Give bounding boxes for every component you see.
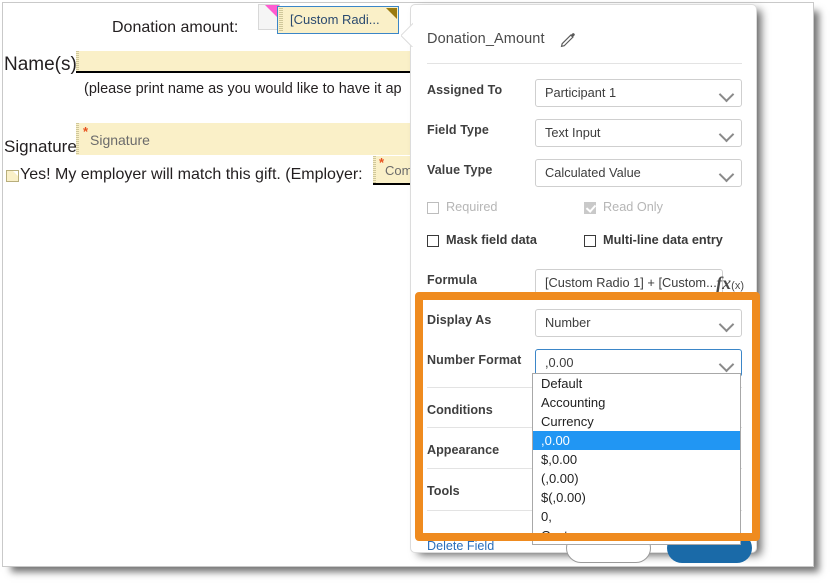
row-mask-multiline: Mask field data Multi-line data entry bbox=[427, 232, 747, 252]
chevron-down-icon bbox=[718, 126, 735, 143]
read-only-checkbox bbox=[584, 202, 596, 214]
display-as-label: Display As bbox=[427, 313, 492, 327]
employer-match-text: Yes! My employer will match this gift. (… bbox=[20, 166, 363, 183]
required-star-icon: * bbox=[379, 155, 385, 170]
fx-subscript: (x) bbox=[731, 280, 744, 292]
panel-callout-pointer-icon bbox=[401, 21, 413, 47]
pencil-icon[interactable] bbox=[559, 30, 577, 48]
required-label: Required bbox=[446, 200, 498, 214]
row-value-type: Value Type Calculated Value bbox=[427, 159, 742, 187]
dropdown-option-selected[interactable]: ,0.00 bbox=[533, 431, 740, 450]
row-number-format: Number Format ,0.00 bbox=[427, 349, 742, 377]
dropdown-option[interactable]: Currency bbox=[533, 412, 740, 431]
chevron-down-icon bbox=[718, 316, 735, 333]
multi-line-label[interactable]: Multi-line data entry bbox=[603, 233, 723, 247]
fx-icon[interactable]: fx(x) bbox=[716, 273, 744, 294]
screenshot-root: Donation amount: [Custom Radi... Name(s)… bbox=[0, 0, 830, 583]
value-type-label: Value Type bbox=[427, 163, 493, 177]
panel-title: Donation_Amount bbox=[427, 31, 545, 47]
field-type-value: Text Input bbox=[545, 125, 601, 140]
checkbox-fold-icon bbox=[13, 171, 18, 176]
assigned-to-select[interactable]: Participant 1 bbox=[535, 79, 742, 107]
mask-field-data-checkbox[interactable] bbox=[427, 235, 439, 247]
field-type-label: Field Type bbox=[427, 123, 489, 137]
required-checkbox bbox=[427, 202, 439, 214]
multi-line-checkbox[interactable] bbox=[584, 235, 596, 247]
delete-field-link[interactable]: Delete Field bbox=[427, 539, 494, 553]
dropdown-option[interactable]: $(,0.00) bbox=[533, 488, 740, 507]
field-tick-strip bbox=[76, 51, 79, 73]
row-field-type: Field Type Text Input bbox=[427, 119, 742, 147]
section-tools[interactable]: Tools bbox=[427, 484, 460, 498]
row-formula: Formula [Custom Radio 1] + [Custom... bbox=[427, 269, 742, 297]
print-name-note: (please print name as you would like to … bbox=[84, 81, 402, 97]
display-as-value: Number bbox=[545, 315, 591, 330]
field-corner-triangle-icon bbox=[386, 8, 397, 19]
value-type-select[interactable]: Calculated Value bbox=[535, 159, 742, 187]
field-type-select[interactable]: Text Input bbox=[535, 119, 742, 147]
title-divider bbox=[427, 63, 742, 64]
pdf-field-company-label: Com bbox=[385, 163, 413, 178]
value-type-value: Calculated Value bbox=[545, 165, 641, 180]
section-conditions[interactable]: Conditions bbox=[427, 403, 493, 417]
dropdown-option[interactable]: Default bbox=[533, 374, 740, 393]
chevron-down-icon bbox=[718, 166, 735, 183]
chevron-down-icon bbox=[718, 86, 735, 103]
dropdown-option[interactable]: 0, bbox=[533, 507, 740, 526]
chevron-down-icon bbox=[718, 356, 735, 373]
pdf-field-custom-radio[interactable]: [Custom Radi... bbox=[277, 6, 399, 34]
formula-label: Formula bbox=[427, 273, 478, 287]
number-format-dropdown-list[interactable]: Default Accounting Currency ,0.00 $,0.00… bbox=[532, 373, 741, 545]
field-tick-strip bbox=[279, 8, 283, 32]
section-appearance[interactable]: Appearance bbox=[427, 443, 499, 457]
assigned-to-label: Assigned To bbox=[427, 83, 503, 97]
row-required-readonly: Required Read Only bbox=[427, 199, 747, 219]
dropdown-option[interactable]: Accounting bbox=[533, 393, 740, 412]
pdf-field-signature[interactable]: * Signature bbox=[76, 123, 420, 155]
display-as-select[interactable]: Number bbox=[535, 309, 742, 337]
names-label: Name(s) bbox=[4, 54, 77, 75]
pdf-field-custom-radio-label: [Custom Radi... bbox=[290, 12, 380, 27]
pdf-document: Donation amount: [Custom Radi... Name(s)… bbox=[0, 0, 420, 200]
formula-input[interactable]: [Custom Radio 1] + [Custom... bbox=[535, 269, 723, 297]
row-display-as: Display As Number bbox=[427, 309, 742, 337]
dropdown-option[interactable]: Custom bbox=[533, 526, 740, 544]
formula-value: [Custom Radio 1] + [Custom... bbox=[545, 275, 717, 290]
mask-field-data-label[interactable]: Mask field data bbox=[446, 233, 537, 247]
number-format-value: ,0.00 bbox=[545, 355, 574, 370]
names-underline bbox=[76, 71, 420, 73]
pdf-field-signature-label: Signature bbox=[90, 132, 150, 148]
field-tick-strip bbox=[76, 123, 79, 155]
read-only-label: Read Only bbox=[603, 200, 663, 214]
dropdown-option[interactable]: (,0.00) bbox=[533, 469, 740, 488]
pdf-field-names[interactable] bbox=[76, 51, 420, 73]
field-tick-strip bbox=[373, 156, 376, 184]
assigned-to-value: Participant 1 bbox=[545, 85, 617, 100]
donation-amount-label: Donation amount: bbox=[112, 19, 239, 36]
row-assigned-to: Assigned To Participant 1 bbox=[427, 79, 742, 107]
fx-glyph: fx bbox=[716, 273, 732, 293]
number-format-label: Number Format bbox=[427, 353, 522, 367]
signature-label: Signature bbox=[4, 137, 77, 156]
employer-match-checkbox[interactable] bbox=[6, 170, 19, 182]
dropdown-option[interactable]: $,0.00 bbox=[533, 450, 740, 469]
required-star-icon: * bbox=[83, 124, 89, 139]
